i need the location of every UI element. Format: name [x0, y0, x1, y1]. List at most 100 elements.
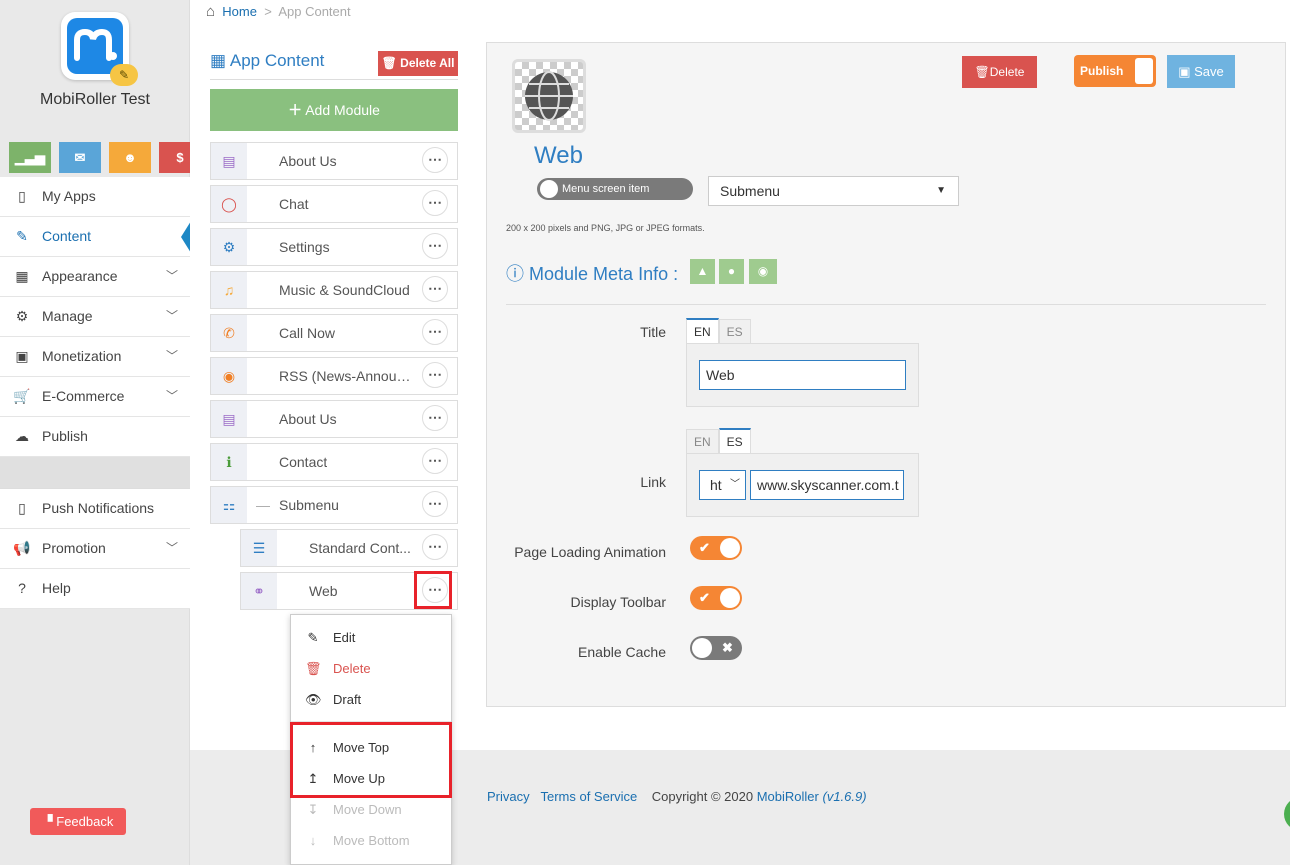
more-options-button[interactable]: ⋯ [422, 319, 448, 345]
quick-buttons: ▁▃▅ ✉ ☻ $ [9, 142, 201, 173]
meta-info-text: Module Meta Info : [529, 264, 679, 284]
eye-icon[interactable]: ◉ [749, 259, 777, 284]
module-label: Chat [279, 196, 309, 212]
globe-icon [525, 71, 573, 121]
module-label: Web [309, 583, 338, 599]
sidebar-item-promotion[interactable]: 📢 Promotion ﹀ [0, 529, 190, 569]
sidebar-item-my-apps[interactable]: ▯ My Apps [0, 177, 190, 217]
sidebar-menu: ▯ My Apps ✎ Content ▦ Appearance ﹀ ⚙ Manage ﹀ … [0, 177, 191, 609]
module-item-submenu[interactable]: ⚏ — Submenu ⋯ [210, 486, 458, 524]
delete-all-button[interactable]: 🗑 Delete All [378, 51, 458, 76]
module-item[interactable]: ▤ About Us ⋯ [210, 400, 458, 438]
menu-item-label: Move Down [333, 802, 402, 817]
more-options-button[interactable]: ⋯ [422, 534, 448, 560]
chevron-down-icon: ﹀ [165, 541, 178, 555]
publish-label: Publish [1080, 64, 1124, 78]
apple-icon[interactable]: ● [719, 259, 744, 284]
page-loading-label: Page Loading Animation [514, 544, 666, 560]
menu-item-edit[interactable]: ✎ Edit [291, 623, 451, 653]
sidebar-item-monetization[interactable]: ▣ Monetization ﹀ [0, 337, 190, 377]
more-options-button[interactable]: ⋯ [422, 190, 448, 216]
module-item[interactable]: ♫ Music & SoundCloud ⋯ [210, 271, 458, 309]
terms-link[interactable]: Terms of Service [540, 789, 637, 804]
add-module-button[interactable]: ＋ Add Module [210, 89, 458, 131]
submodule-item[interactable]: ☰ Standard Cont... ⋯ [240, 529, 458, 567]
sidebar-item-publish[interactable]: ☁ Publish [0, 417, 190, 457]
close-icon: ✖ [722, 640, 733, 655]
protocol-select[interactable]: ht ﹀ [699, 470, 746, 500]
module-item[interactable]: ▤ About Us ⋯ [210, 142, 458, 180]
tab-en[interactable]: EN [686, 318, 719, 344]
feedback-label: Feedback [56, 814, 114, 829]
more-options-button[interactable]: ⋯ [422, 448, 448, 474]
privacy-link[interactable]: Privacy [487, 789, 530, 804]
menu-item-draft[interactable]: 👁 Draft [291, 685, 451, 715]
grid-icon: ▦ [210, 51, 227, 70]
menu-screen-item-toggle[interactable]: Menu screen item [537, 178, 693, 200]
delete-button[interactable]: 🗑Delete [962, 56, 1037, 88]
image-hint: 200 x 200 pixels and PNG, JPG or JPEG fo… [506, 223, 705, 233]
module-label: Standard Cont... [309, 540, 411, 556]
users-button[interactable]: ☻ [109, 142, 151, 173]
module-item[interactable]: ℹ Contact ⋯ [210, 443, 458, 481]
link-lang-tabs: EN ES [686, 428, 751, 455]
save-button[interactable]: ▣ Save [1167, 55, 1235, 88]
publish-toggle[interactable]: Publish [1074, 55, 1156, 87]
tab-es[interactable]: ES [718, 319, 751, 345]
brand-link[interactable]: MobiRoller [757, 789, 819, 804]
android-icon[interactable]: ▲ [690, 259, 715, 284]
more-options-button[interactable]: ⋯ [422, 491, 448, 517]
more-options-button[interactable]: ⋯ [422, 362, 448, 388]
delete-label: Delete [989, 65, 1025, 79]
sidebar-item-help[interactable]: ? Help [0, 569, 190, 609]
delete-all-label: Delete All [400, 56, 455, 70]
building-icon: ▤ [211, 401, 247, 437]
module-label: Music & SoundCloud [279, 282, 410, 298]
phone-icon: ✆ [211, 315, 247, 351]
bullhorn-icon: 📢 [13, 540, 31, 556]
tab-en[interactable]: EN [686, 429, 719, 455]
sidebar-item-manage[interactable]: ⚙ Manage ﹀ [0, 297, 190, 337]
sidebar-item-ecommerce[interactable]: 🛒 E-Commerce ﹀ [0, 377, 190, 417]
chevron-down-icon: ﹀ [165, 269, 178, 283]
breadcrumb-separator: > [264, 4, 272, 19]
chat-bubble-icon: ◯ [211, 186, 247, 222]
more-options-button[interactable]: ⋯ [422, 147, 448, 173]
module-item[interactable]: ⚙ Settings ⋯ [210, 228, 458, 266]
meta-info-heading: ⓘ Module Meta Info : [506, 260, 678, 286]
link-input[interactable]: www.skyscanner.com.t [750, 470, 904, 500]
menu-item-label: Delete [333, 661, 371, 676]
sidebar: ✎ MobiRoller Test ▁▃▅ ✉ ☻ $ ▯ My Apps ✎ Co… [0, 0, 201, 865]
breadcrumb-home[interactable]: Home [222, 4, 257, 19]
sidebar-item-appearance[interactable]: ▦ Appearance ﹀ [0, 257, 190, 297]
module-item[interactable]: ◯ Chat ⋯ [210, 185, 458, 223]
check-icon: ✔ [699, 590, 710, 605]
more-options-button[interactable]: ⋯ [422, 233, 448, 259]
more-options-button[interactable]: ⋯ [422, 405, 448, 431]
messages-button[interactable]: ✉ [59, 142, 101, 173]
breadcrumb-current: App Content [278, 4, 351, 19]
sidebar-item-push-notifications[interactable]: ▯ Push Notifications [0, 489, 190, 529]
level-down-icon: ↧ [307, 802, 319, 817]
add-module-label: Add Module [305, 102, 380, 118]
more-options-button[interactable]: ⋯ [422, 276, 448, 302]
sidebar-item-label: Help [42, 580, 71, 596]
module-item[interactable]: ◉ RSS (News-Announc... ⋯ [210, 357, 458, 395]
title-input[interactable]: Web [699, 360, 906, 390]
trash-icon: 🗑 [974, 65, 990, 79]
enable-cache-toggle[interactable]: ✖ [690, 636, 742, 660]
edit-pencil-icon[interactable]: ✎ [110, 64, 138, 86]
feedback-button[interactable]: ▝ Feedback [30, 808, 126, 835]
module-image-uploader[interactable] [512, 59, 586, 133]
menu-item-delete[interactable]: 🗑 Delete [291, 654, 451, 684]
title-label: Title [640, 324, 666, 340]
stats-button[interactable]: ▁▃▅ [9, 142, 51, 173]
tab-es[interactable]: ES [718, 428, 751, 454]
module-item[interactable]: ✆ Call Now ⋯ [210, 314, 458, 352]
submenu-select[interactable]: Submenu ▼ [708, 176, 959, 206]
sidebar-item-content[interactable]: ✎ Content [0, 217, 191, 257]
menu-item-label: Move Bottom [333, 833, 410, 848]
collapse-icon[interactable]: — [256, 487, 270, 523]
display-toolbar-toggle[interactable]: ✔ [690, 586, 742, 610]
page-loading-toggle[interactable]: ✔ [690, 536, 742, 560]
